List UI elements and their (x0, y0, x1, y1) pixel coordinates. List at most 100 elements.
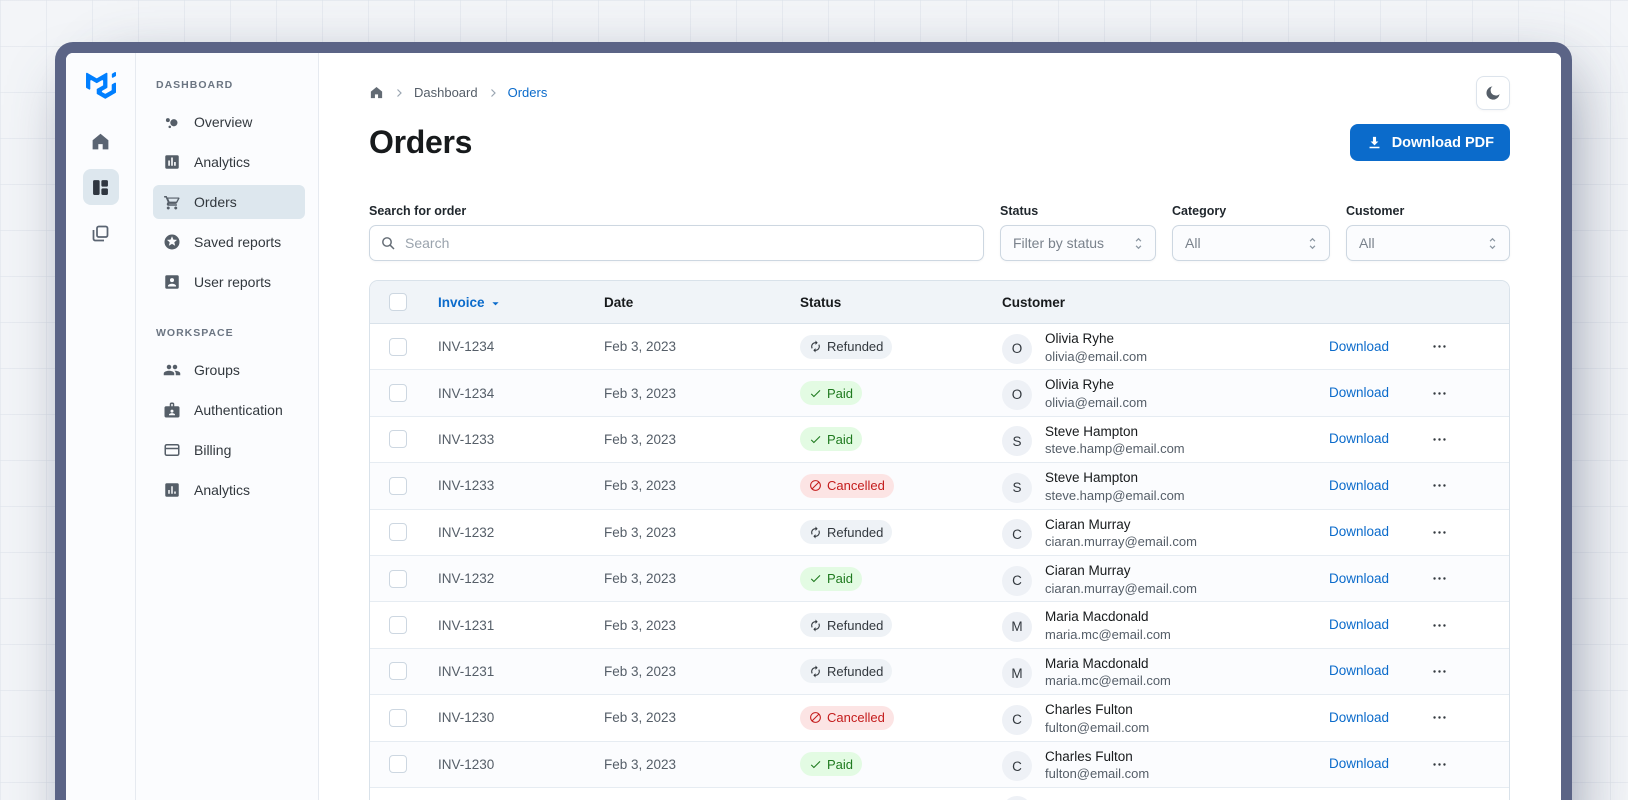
breadcrumb-item[interactable]: Orders (508, 85, 548, 100)
table-row: INV-1234 Feb 3, 2023 Paid O Olivia Ryhe olivi… (370, 370, 1509, 417)
table-row: INV-1232 Feb 3, 2023 Paid C Ciaran Murray cia… (370, 555, 1509, 603)
row-checkbox[interactable] (389, 476, 407, 495)
app-window: DASHBOARD Overview Analytics Orders Saved re… (55, 42, 1572, 800)
row-menu-button[interactable] (1417, 570, 1448, 587)
breadcrumb-item[interactable]: Dashboard (414, 85, 478, 100)
sidebar-item-label: User reports (194, 274, 272, 290)
dots-icon (1431, 385, 1448, 402)
status-chip: Cancelled (800, 473, 894, 498)
row-menu-button[interactable] (1417, 663, 1448, 680)
row-checkbox[interactable] (389, 430, 407, 449)
row-checkbox[interactable] (389, 569, 407, 588)
table-header-row: Invoice Date Status Customer (370, 281, 1509, 324)
row-menu-button[interactable] (1417, 524, 1448, 541)
dots-icon (1431, 709, 1448, 726)
customer-email: maria.mc@email.com (1045, 626, 1171, 642)
dots-icon (1431, 524, 1448, 541)
category-select[interactable]: All (1172, 225, 1330, 261)
invoice-cell: INV-1231 (438, 663, 495, 679)
badge-icon (163, 401, 181, 419)
select-value: All (1359, 235, 1375, 251)
rail-item-stack[interactable] (83, 215, 119, 251)
sidebar-item-authentication[interactable]: Authentication (153, 393, 305, 427)
download-link[interactable]: Download (1317, 571, 1389, 586)
download-link[interactable]: Download (1317, 339, 1389, 354)
sidebar-item-groups[interactable]: Groups (153, 353, 305, 387)
sidebar-section: WORKSPACE Groups Authentication Billing Anal… (153, 327, 305, 507)
download-link[interactable]: Download (1317, 756, 1389, 771)
row-menu-button[interactable] (1417, 756, 1448, 773)
status-chip: Refunded (800, 520, 893, 545)
block-icon (809, 479, 822, 492)
table-row: INV-1233 Feb 3, 2023 Paid S Steve Hampton ste… (370, 417, 1509, 464)
select-all-checkbox[interactable] (389, 293, 407, 311)
date-cell: Feb 3, 2023 (604, 478, 677, 494)
sidebar-item-saved-reports[interactable]: Saved reports (153, 225, 305, 259)
invoice-cell: INV-1230 (438, 710, 495, 726)
download-link[interactable]: Download (1317, 710, 1389, 725)
sidebar-item-overview[interactable]: Overview (153, 105, 305, 139)
mui-logo (84, 69, 118, 101)
row-menu-button[interactable] (1417, 338, 1448, 355)
sidebar-item-label: Analytics (194, 154, 251, 170)
row-checkbox[interactable] (389, 708, 407, 727)
column-header-invoice[interactable]: Invoice (426, 294, 592, 311)
check-icon (809, 572, 822, 585)
avatar: O (1002, 379, 1032, 410)
column-header-customer: Customer (1002, 294, 1066, 310)
row-checkbox[interactable] (389, 616, 407, 635)
download-icon (1366, 134, 1383, 151)
filters-row: Search for order Status Filter by status C… (369, 204, 1510, 261)
download-link[interactable]: Download (1317, 617, 1389, 632)
download-link[interactable]: Download (1317, 478, 1389, 493)
download-link[interactable]: Download (1317, 663, 1389, 678)
sidebar-item-analytics[interactable]: Analytics (153, 473, 305, 507)
invoice-cell: INV-1233 (438, 431, 495, 447)
row-menu-button[interactable] (1417, 477, 1448, 494)
customer-name: Ciaran Murray (1045, 562, 1131, 578)
dots-icon (1431, 756, 1448, 773)
row-menu-button[interactable] (1417, 617, 1448, 634)
sidebar-item-orders[interactable]: Orders (153, 185, 305, 219)
row-checkbox[interactable] (389, 662, 407, 681)
customer-cell: O Olivia Ryhe olivia@email.com (986, 330, 1317, 365)
status-select[interactable]: Filter by status (1000, 225, 1156, 261)
select-value: All (1185, 235, 1201, 251)
invoice-cell: INV-1232 (438, 571, 495, 587)
date-cell: Feb 3, 2023 (604, 571, 677, 587)
row-menu-button[interactable] (1417, 709, 1448, 726)
sidebar-item-analytics[interactable]: Analytics (153, 145, 305, 179)
search-label: Search for order (369, 204, 467, 218)
row-menu-button[interactable] (1417, 385, 1448, 402)
sidebar-item-billing[interactable]: Billing (153, 433, 305, 467)
status-cell: Cancelled (788, 705, 986, 730)
rail-item-home[interactable] (83, 123, 119, 159)
row-checkbox[interactable] (389, 755, 407, 774)
download-link[interactable]: Download (1317, 524, 1389, 539)
rail-item-dashboard[interactable] (82, 169, 119, 205)
download-pdf-button[interactable]: Download PDF (1349, 124, 1510, 161)
row-menu-button[interactable] (1417, 431, 1448, 448)
download-link[interactable]: Download (1317, 385, 1389, 400)
scrollbar-grip[interactable] (1567, 63, 1570, 80)
home-small-icon[interactable] (369, 85, 384, 100)
column-header-status: Status (800, 294, 842, 310)
theme-toggle-button[interactable] (1476, 76, 1510, 110)
avatar: O (1002, 333, 1032, 364)
sidebar-item-user-reports[interactable]: User reports (153, 265, 305, 299)
status-chip: Paid (800, 427, 863, 452)
dots-icon (1431, 617, 1448, 634)
star-circle-icon (163, 233, 181, 251)
row-checkbox[interactable] (389, 337, 407, 356)
date-cell: Feb 3, 2023 (604, 663, 677, 679)
customer-name: Steve Hampton (1045, 470, 1139, 486)
search-input[interactable] (369, 225, 984, 261)
row-checkbox[interactable] (389, 523, 407, 542)
download-link[interactable]: Download (1317, 431, 1389, 446)
table-row: INV-1231 Feb 3, 2023 Refunded M Maria Macdon… (370, 648, 1509, 696)
row-checkbox[interactable] (389, 384, 407, 403)
status-cell: Refunded (788, 520, 986, 545)
customer-select[interactable]: All (1346, 225, 1510, 261)
customer-name: Olivia Ryhe (1045, 377, 1115, 393)
arrow-drop-down-icon (488, 294, 503, 311)
